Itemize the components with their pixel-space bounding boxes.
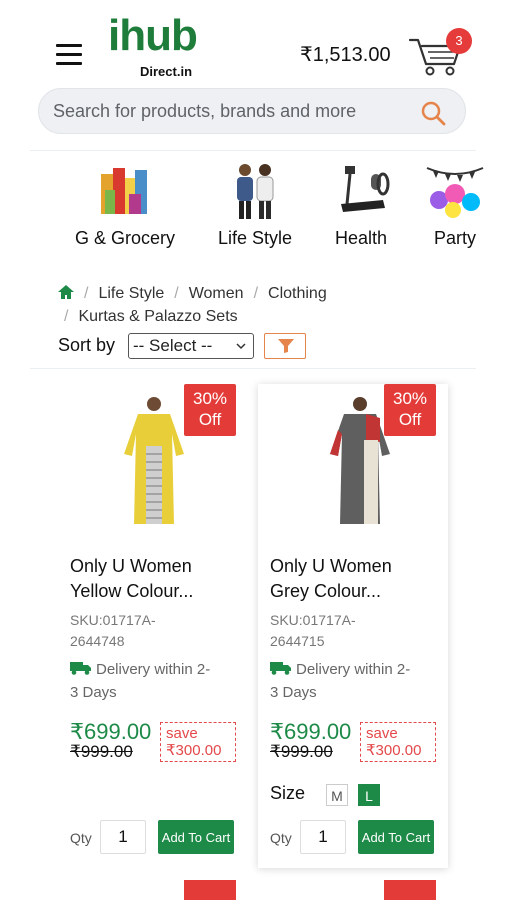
save-badge: save ₹300.00 (360, 722, 436, 762)
header-divider (30, 150, 476, 151)
party-icon (425, 160, 485, 220)
product-image[interactable] (114, 394, 194, 529)
search-icon[interactable] (419, 99, 447, 127)
next-discount-badge (384, 880, 436, 900)
product-image[interactable] (320, 394, 400, 529)
chevron-down-icon (235, 334, 247, 366)
delivery-text: 3 Days (70, 684, 117, 701)
product-card[interactable]: 30% Off Only U Women Yellow Colour... SK… (58, 384, 248, 868)
category-label: Party (433, 228, 476, 248)
breadcrumb-women[interactable]: Women (189, 285, 244, 302)
product-card[interactable]: 30% Off Only U Women Grey Colour... SKU:… (258, 384, 448, 868)
logo-wordmark: ihub (108, 11, 198, 60)
truck-icon (70, 659, 92, 675)
category-label: Life Style (217, 228, 293, 248)
breadcrumb-clothing[interactable]: Clothing (268, 285, 327, 302)
lifestyle-icon (225, 160, 285, 220)
breadcrumb: / Life Style / Women / Clothing / Kurtas & Pal… (58, 282, 478, 328)
sku-line: SKU:01717A- (70, 612, 156, 628)
filter-icon (278, 339, 294, 358)
save-amount: ₹300.00 (366, 742, 422, 759)
product-mrp: ₹999.00 (70, 742, 133, 761)
sku-line: 2644715 (270, 633, 325, 649)
treadmill-icon (331, 160, 391, 220)
delivery-info: Delivery within 2- 3 Days (70, 658, 240, 704)
category-lifestyle[interactable]: Life Style (206, 160, 304, 249)
breadcrumb-current: Kurtas & Palazzo Sets (78, 308, 238, 325)
add-to-cart-button[interactable]: Add To Cart (358, 820, 434, 854)
next-discount-badge (184, 880, 236, 900)
logo-subtext: Direct.in (140, 64, 193, 79)
app-header: ihub Direct.in ₹1,513.00 3 (0, 0, 506, 150)
truck-icon (270, 659, 292, 675)
delivery-text: Delivery within 2- (296, 661, 411, 678)
search-bar[interactable] (38, 88, 466, 134)
save-label: save (166, 725, 198, 742)
save-badge: save ₹300.00 (160, 722, 236, 762)
product-name-line: Only U Women (270, 556, 392, 576)
delivery-text: Delivery within 2- (96, 661, 211, 678)
sku-line: 2644748 (70, 633, 125, 649)
product-mrp: ₹999.00 (270, 742, 333, 761)
sort-label: Sort by (58, 335, 116, 355)
size-option-l[interactable]: L (358, 784, 380, 806)
product-name-line: Yellow Colour... (70, 581, 194, 601)
category-label: Health (334, 228, 388, 248)
category-strip: G & Grocery Life Style Health Party (0, 160, 506, 260)
product-name-line: Only U Women (70, 556, 192, 576)
cart-total: ₹1,513.00 (300, 44, 391, 66)
save-label: save (366, 725, 398, 742)
menu-icon[interactable] (56, 44, 84, 66)
category-health[interactable]: Health (326, 160, 396, 249)
qty-label: Qty (270, 830, 292, 846)
qty-input[interactable] (100, 820, 146, 854)
qty-input[interactable] (300, 820, 346, 854)
product-name[interactable]: Only U Women Grey Colour... (270, 554, 440, 604)
category-label: G & Grocery (74, 228, 176, 248)
size-label: Size (270, 783, 306, 803)
site-logo[interactable]: ihub Direct.in (108, 14, 224, 84)
sort-selected-value: -- Select -- (133, 336, 213, 355)
add-to-cart-button[interactable]: Add To Cart (158, 820, 234, 854)
home-icon[interactable] (58, 283, 74, 299)
sku-line: SKU:01717A- (270, 612, 356, 628)
size-option-m[interactable]: M (326, 784, 348, 806)
grocery-icon (95, 160, 155, 220)
save-amount: ₹300.00 (166, 742, 222, 759)
product-sku: SKU:01717A- 2644748 (70, 610, 220, 652)
product-name-line: Grey Colour... (270, 581, 382, 601)
filter-button[interactable] (264, 333, 306, 359)
sort-select[interactable]: -- Select -- (128, 333, 254, 359)
cart-count-badge: 3 (446, 28, 472, 54)
qty-label: Qty (70, 830, 92, 846)
search-input[interactable] (53, 89, 413, 133)
product-sku: SKU:01717A- 2644715 (270, 610, 420, 652)
delivery-text: 3 Days (270, 684, 317, 701)
breadcrumb-lifestyle[interactable]: Life Style (98, 285, 164, 302)
delivery-info: Delivery within 2- 3 Days (270, 658, 440, 704)
product-name[interactable]: Only U Women Yellow Colour... (70, 554, 240, 604)
list-divider (30, 368, 476, 369)
category-grocery[interactable]: G & Grocery (70, 160, 180, 249)
category-party[interactable]: Party (424, 160, 486, 249)
